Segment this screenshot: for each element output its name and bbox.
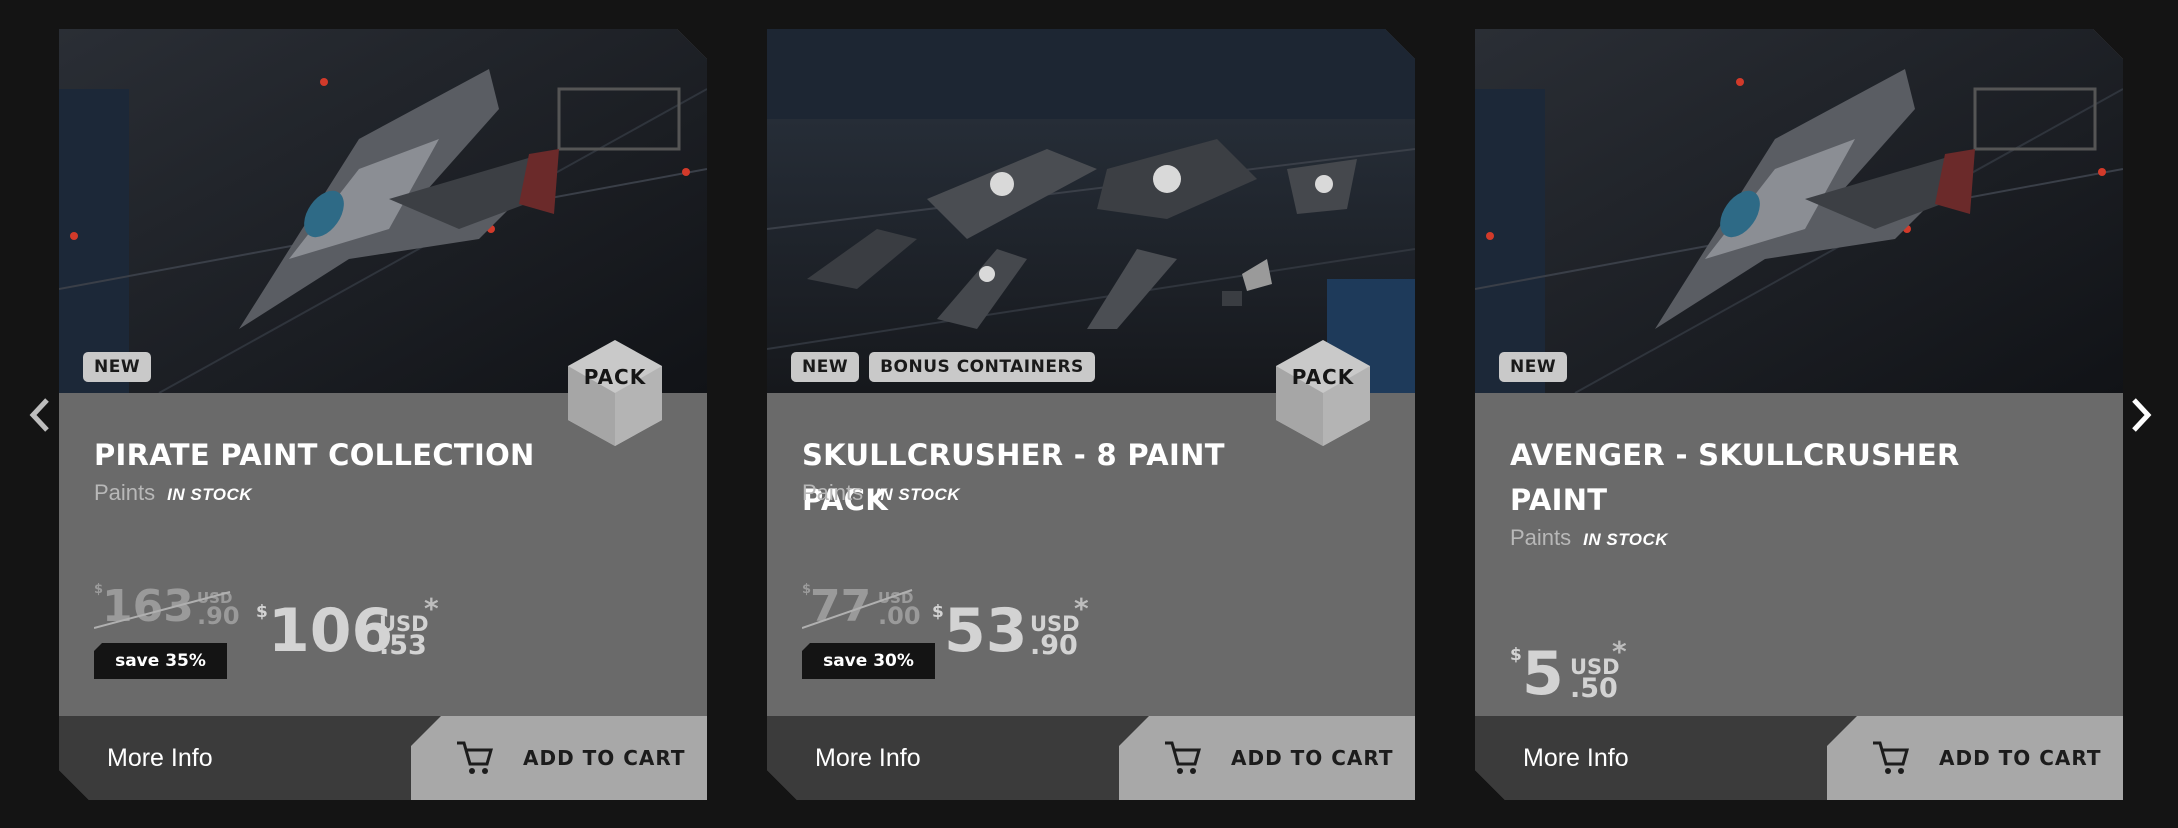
product-meta: Paints IN STOCK — [94, 480, 252, 506]
sale-price: $ 106 USD .53 * — [256, 592, 439, 666]
product-card[interactable]: NEW BONUS CONTAINERS PACK SKULLCRUSHER -… — [767, 29, 1415, 800]
product-title[interactable]: AVENGER - SKULLCRUSHER PAINT — [1510, 433, 1980, 523]
add-to-cart-button[interactable]: ADD TO CART — [411, 716, 707, 800]
product-image[interactable] — [1475, 29, 2123, 393]
strikethrough — [94, 591, 231, 629]
new-badge: NEW — [791, 352, 860, 382]
chevron-right-icon — [2132, 398, 2152, 432]
new-badge: NEW — [83, 352, 152, 382]
badge-list: NEW — [83, 352, 152, 382]
badge-list: NEW BONUS CONTAINERS — [791, 352, 1095, 382]
product-card[interactable]: NEW PACK PIRATE PAINT COLLECTION Paints … — [59, 29, 707, 800]
card-footer: More Info ADD TO CART — [1475, 716, 2123, 800]
sale-price: $ 53 USD .90 * — [932, 592, 1089, 666]
stock-status: IN STOCK — [1583, 530, 1669, 549]
add-to-cart-button[interactable]: ADD TO CART — [1827, 716, 2123, 800]
original-price: $ 163 USD .90 — [94, 581, 240, 632]
product-title[interactable]: PIRATE PAINT COLLECTION — [94, 433, 564, 478]
more-info-link[interactable]: More Info — [815, 716, 921, 800]
add-to-cart-label: ADD TO CART — [1939, 746, 2102, 770]
stock-status: IN STOCK — [167, 485, 253, 504]
original-price: $ 77 USD .00 — [802, 581, 921, 632]
product-title[interactable]: SKULLCRUSHER - 8 PAINT PACK — [802, 433, 1272, 523]
product-card[interactable]: NEW AVENGER - SKULLCRUSHER PAINT Paints … — [1475, 29, 2123, 800]
cart-icon — [1873, 741, 1909, 774]
bonus-containers-badge: BONUS CONTAINERS — [869, 352, 1095, 382]
card-footer: More Info ADD TO CART — [767, 716, 1415, 800]
carousel-prev-button[interactable] — [15, 390, 65, 440]
card-footer: More Info ADD TO CART — [59, 716, 707, 800]
product-title-line: PAINT — [1510, 483, 1608, 517]
add-to-cart-button[interactable]: ADD TO CART — [1119, 716, 1415, 800]
more-info-link[interactable]: More Info — [107, 716, 213, 800]
strikethrough — [802, 589, 913, 629]
pack-label: PACK — [1291, 365, 1355, 389]
add-to-cart-label: ADD TO CART — [523, 746, 686, 770]
sale-price: $ 5 USD .50 * — [1510, 635, 1627, 709]
add-to-cart-label: ADD TO CART — [1231, 746, 1394, 770]
product-meta: Paints IN STOCK — [802, 480, 960, 506]
discount-badge: save 30% — [802, 643, 935, 679]
product-image[interactable] — [59, 29, 707, 393]
cart-icon — [1165, 741, 1201, 774]
cart-icon — [457, 741, 493, 774]
new-badge: NEW — [1499, 352, 1568, 382]
pack-icon: PACK — [1276, 340, 1370, 446]
product-category: Paints — [94, 480, 156, 505]
pack-label: PACK — [583, 365, 647, 389]
carousel-next-button[interactable] — [2116, 390, 2166, 440]
product-image[interactable] — [767, 29, 1415, 393]
more-info-link[interactable]: More Info — [1523, 716, 1629, 800]
discount-badge: save 35% — [94, 643, 227, 679]
product-meta: Paints IN STOCK — [1510, 525, 1668, 551]
badge-list: NEW — [1499, 352, 1568, 382]
product-title-line: AVENGER - SKULLCRUSHER — [1510, 438, 1960, 472]
product-category: Paints — [802, 480, 864, 505]
chevron-left-icon — [29, 398, 49, 432]
pack-icon: PACK — [568, 340, 662, 446]
product-category: Paints — [1510, 525, 1572, 550]
stock-status: IN STOCK — [875, 485, 961, 504]
